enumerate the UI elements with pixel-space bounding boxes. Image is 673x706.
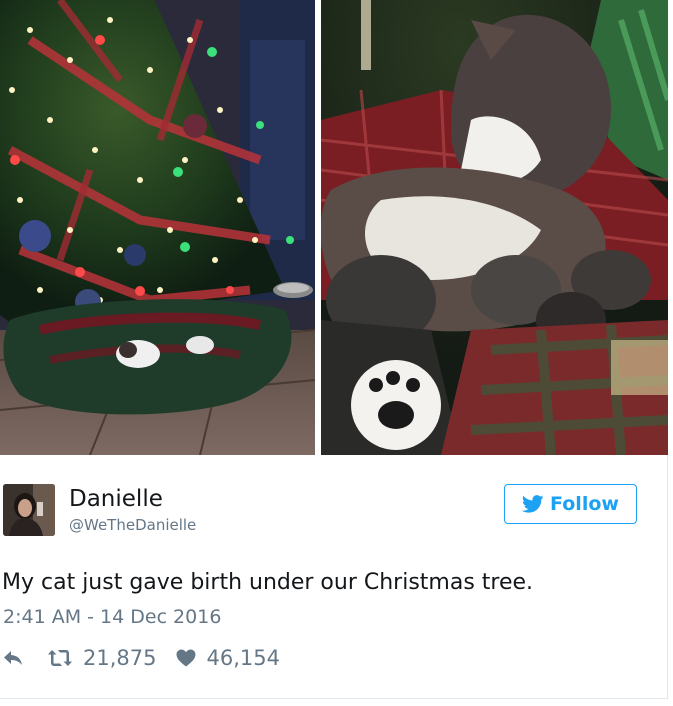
author-handle[interactable]: @WeTheDanielle xyxy=(69,516,196,534)
follow-button[interactable]: Follow xyxy=(504,484,637,524)
retweet-icon xyxy=(48,650,72,666)
cat-with-kittens-photo[interactable] xyxy=(321,0,668,455)
reply-button[interactable] xyxy=(3,650,23,666)
tweet-media xyxy=(0,0,668,455)
retweet-button[interactable]: 21,875 xyxy=(47,646,156,670)
reply-icon xyxy=(4,651,22,665)
like-count: 46,154 xyxy=(206,646,280,670)
tweet-text: My cat just gave birth under our Christm… xyxy=(2,570,534,595)
tweet-actions: 21,875 46,154 xyxy=(3,645,280,671)
twitter-bird-icon xyxy=(522,495,544,513)
avatar[interactable] xyxy=(3,484,55,536)
tweet-card: Danielle @WeTheDanielle Follow My cat ju… xyxy=(0,0,668,699)
author-name[interactable]: Danielle xyxy=(69,486,163,512)
follow-button-label: Follow xyxy=(550,493,619,515)
heart-icon xyxy=(176,649,196,667)
christmas-tree-photo[interactable] xyxy=(0,0,315,455)
like-button[interactable]: 46,154 xyxy=(176,646,280,670)
tweet-timestamp[interactable]: 2:41 AM - 14 Dec 2016 xyxy=(3,606,221,628)
retweet-count: 21,875 xyxy=(83,646,157,670)
